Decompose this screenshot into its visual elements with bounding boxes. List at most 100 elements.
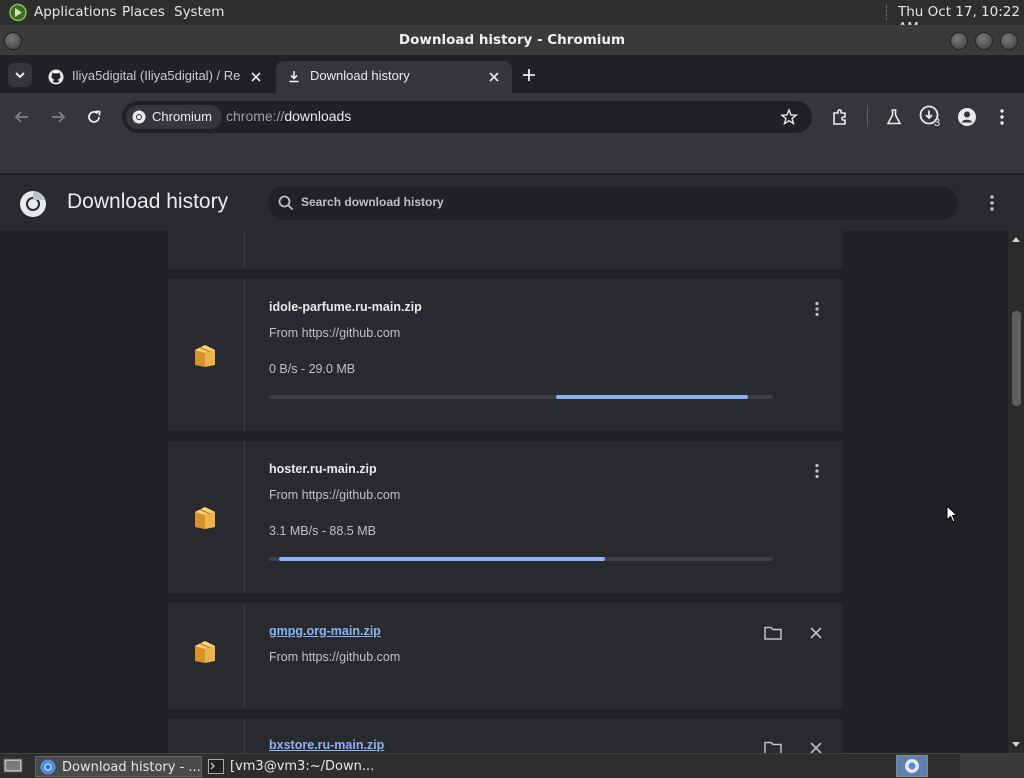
tab-strip: Iliya5digital (Iliya5digital) / Re Downl… [0, 55, 1024, 93]
profile-avatar-icon[interactable] [956, 106, 978, 128]
chrome-menu-icon[interactable] [992, 107, 1012, 127]
page-scrollbar[interactable] [1008, 231, 1024, 753]
archive-file-icon [192, 341, 218, 369]
window-titlebar[interactable]: Download history - Chromium [0, 25, 1024, 55]
menu-system[interactable]: System [174, 4, 224, 20]
card-separator [244, 441, 245, 593]
download-card: bxstore.ru-main.zip [168, 719, 842, 753]
site-info-chip[interactable]: Chromium [126, 105, 222, 129]
download-icon [286, 69, 302, 85]
download-card: hoster.ru-main.zip From https://github.c… [168, 441, 842, 593]
downloads-list: idole-parfume.ru-main.zip From https://g… [0, 231, 1008, 753]
scroll-down-arrow-icon[interactable] [1011, 741, 1021, 749]
minimize-button[interactable] [950, 32, 968, 50]
new-tab-button[interactable] [520, 66, 538, 84]
omnibox[interactable]: Chromium chrome://downloads [122, 101, 812, 133]
chip-label: Chromium [152, 109, 212, 124]
download-card: idole-parfume.ru-main.zip From https://g… [168, 279, 842, 431]
scroll-thumb[interactable] [1012, 311, 1021, 406]
download-filename: hoster.ru-main.zip [269, 462, 377, 476]
window-menu-button[interactable] [4, 32, 22, 50]
forward-button[interactable] [48, 107, 68, 127]
download-status: 0 B/s - 29.0 MB [269, 362, 356, 376]
downloads-count-badge: 3 [934, 117, 941, 129]
menu-applications[interactable]: Applications [34, 4, 116, 20]
arrow-left-icon [14, 111, 28, 123]
chromium-icon [40, 759, 56, 775]
archive-file-icon [192, 503, 218, 531]
card-separator [244, 603, 245, 709]
close-window-button[interactable] [1000, 32, 1018, 50]
taskbar-item-chromium[interactable]: Download history - ... [35, 756, 202, 777]
show-in-folder-icon[interactable] [763, 739, 783, 753]
taskbar-item-label: Download history - ... [62, 760, 201, 775]
tab-download-history[interactable]: Download history [276, 61, 512, 93]
toolbar: Chromium chrome://downloads 3 [0, 93, 1024, 141]
maximize-button[interactable] [975, 32, 993, 50]
url-host: downloads [284, 108, 352, 124]
close-tab-icon[interactable] [486, 69, 502, 85]
taskbar-item-label: [vm3@vm3:~/Down... [230, 759, 375, 774]
card-separator [244, 279, 245, 431]
plus-icon [523, 69, 535, 81]
download-status: 3.1 MB/s - 88.5 MB [269, 524, 376, 538]
item-more-menu-icon[interactable] [807, 461, 827, 481]
tab-github[interactable]: Iliya5digital (Iliya5digital) / Re [40, 61, 272, 93]
workspace-empty[interactable] [960, 754, 1024, 778]
mouse-cursor-icon [946, 505, 958, 523]
arrow-right-icon [52, 111, 66, 123]
search-placeholder: Search download history [301, 195, 444, 209]
toolbar-divider [867, 105, 868, 127]
workspace-switcher[interactable] [896, 755, 928, 777]
extensions-puzzle-icon[interactable] [830, 107, 850, 127]
search-input[interactable]: Search download history [268, 186, 958, 220]
progress-fill [279, 557, 606, 561]
show-in-folder-icon[interactable] [763, 624, 783, 642]
download-filename-link[interactable]: bxstore.ru-main.zip [269, 738, 384, 752]
terminal-icon [208, 759, 224, 774]
download-card [168, 231, 842, 269]
remove-item-icon[interactable] [808, 625, 824, 641]
tab-label: Download history [310, 68, 410, 83]
reload-button[interactable] [84, 107, 104, 127]
taskbar-item-terminal[interactable]: [vm3@vm3:~/Down... [204, 756, 394, 777]
downloads-more-menu-icon[interactable] [982, 193, 1002, 213]
progress-bar [269, 557, 773, 561]
taskbar: Download history - ... [vm3@vm3:~/Down..… [0, 753, 1024, 778]
menu-places[interactable]: Places [122, 4, 165, 20]
download-source: From https://github.com [269, 488, 401, 502]
url-scheme: chrome:// [226, 108, 285, 124]
download-filename-link[interactable]: gmpg.org-main.zip [269, 624, 381, 638]
card-separator [244, 719, 245, 753]
show-desktop-icon[interactable] [3, 757, 23, 775]
chromium-logo-icon [19, 190, 47, 218]
downloads-button[interactable]: 3 [918, 104, 944, 130]
back-button[interactable] [12, 107, 32, 127]
labs-flask-icon[interactable] [884, 107, 904, 127]
download-source: From https://github.com [269, 326, 401, 340]
progress-fill [556, 395, 748, 399]
item-more-menu-icon[interactable] [807, 299, 827, 319]
bookmark-star-icon[interactable] [780, 108, 798, 126]
window-title: Download history - Chromium [398, 32, 626, 48]
tab-label: Iliya5digital (Iliya5digital) / Re [72, 68, 240, 83]
distro-logo-icon[interactable] [8, 3, 28, 22]
panel-separator [886, 5, 890, 20]
reload-icon [88, 110, 101, 123]
chevron-down-icon [15, 72, 25, 79]
top-panel: Applications Places System Thu Oct 17, 1… [0, 0, 1024, 36]
search-icon [278, 195, 294, 211]
close-tab-icon[interactable] [248, 69, 264, 85]
tab-search-button[interactable] [8, 63, 32, 87]
progress-bar [269, 395, 773, 399]
remove-item-icon[interactable] [808, 740, 824, 753]
archive-file-icon [192, 637, 218, 665]
download-card: gmpg.org-main.zip From https://github.co… [168, 603, 842, 709]
chromium-icon [132, 110, 146, 124]
download-filename: idole-parfume.ru-main.zip [269, 300, 422, 314]
card-separator [244, 231, 245, 269]
download-source: From https://github.com [269, 650, 401, 664]
downloads-header: Download history Search download history [0, 175, 1024, 231]
scroll-up-arrow-icon[interactable] [1011, 235, 1021, 243]
chromium-icon [905, 759, 919, 773]
